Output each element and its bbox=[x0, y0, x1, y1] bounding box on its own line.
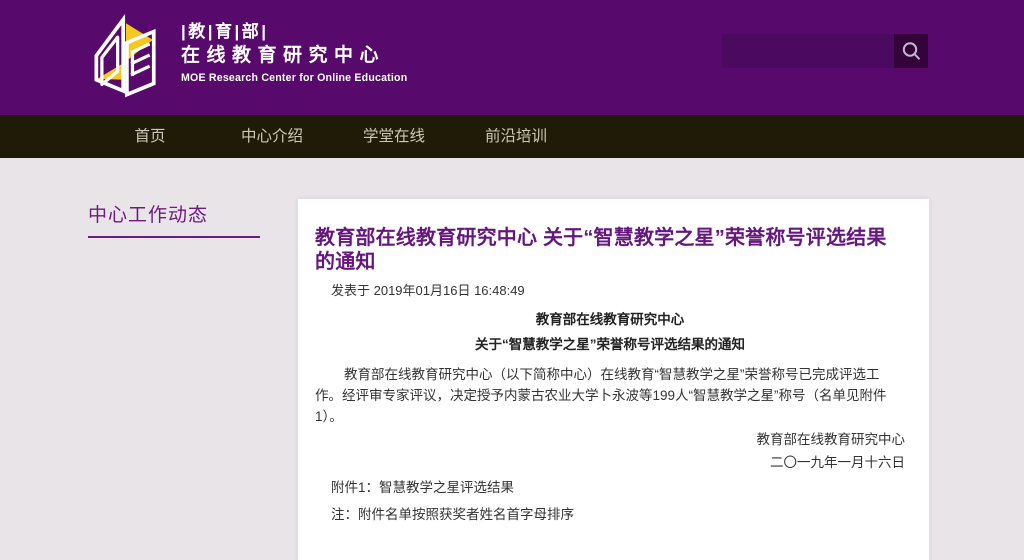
search-button[interactable] bbox=[894, 34, 928, 68]
sidebar-title-underline bbox=[88, 236, 260, 238]
oe-cube-logo[interactable] bbox=[88, 14, 176, 102]
site-header: |教|育|部| 在线教育研究中心 MOE Research Center for… bbox=[0, 0, 1024, 115]
brand-line-english: MOE Research Center for Online Education bbox=[181, 72, 407, 84]
brand-text: |教|育|部| 在线教育研究中心 MOE Research Center for… bbox=[181, 21, 407, 84]
brand-line-center: 在线教育研究中心 bbox=[181, 44, 407, 68]
content-area: 中心工作动态 教育部在线教育研究中心 关于“智慧教学之星”荣誉称号评选结果的通知… bbox=[0, 158, 1024, 560]
search-box bbox=[722, 34, 928, 68]
signature-date: 二〇一九年一月十六日 bbox=[315, 452, 905, 473]
nav-item-center-intro[interactable]: 中心介绍 bbox=[211, 115, 333, 158]
nav-list: 首页 中心介绍 学堂在线 前沿培训 bbox=[89, 115, 1024, 158]
article-publish-date: 发表于 2019年01月16日 16:48:49 bbox=[331, 283, 905, 298]
search-icon bbox=[899, 39, 923, 63]
article-heading-org: 教育部在线教育研究中心 bbox=[315, 312, 905, 327]
nav-item-xuetang-online[interactable]: 学堂在线 bbox=[333, 115, 455, 158]
search-input[interactable] bbox=[722, 34, 894, 68]
note-line: 注：附件名单按照获奖者姓名首字母排序 bbox=[331, 504, 905, 525]
attachment-line: 附件1：智慧教学之星评选结果 bbox=[331, 477, 905, 498]
sidebar-section-title[interactable]: 中心工作动态 bbox=[88, 200, 208, 227]
brand-line-moe: |教|育|部| bbox=[181, 21, 407, 43]
article-body-paragraph: 教育部在线教育研究中心（以下简称中心）在线教育“智慧教学之星”荣誉称号已完成评选… bbox=[315, 364, 905, 427]
oe-cube-logo-graphic bbox=[88, 14, 176, 102]
nav-item-home[interactable]: 首页 bbox=[89, 115, 211, 158]
article-title: 教育部在线教育研究中心 关于“智慧教学之星”荣誉称号评选结果的通知 bbox=[315, 226, 905, 274]
signature-organization: 教育部在线教育研究中心 bbox=[315, 429, 905, 450]
article-panel: 教育部在线教育研究中心 关于“智慧教学之星”荣誉称号评选结果的通知 发表于 20… bbox=[298, 199, 929, 560]
main-nav: 首页 中心介绍 学堂在线 前沿培训 bbox=[0, 115, 1024, 158]
article-heading-subject: 关于“智慧教学之星”荣誉称号评选结果的通知 bbox=[315, 337, 905, 352]
nav-item-frontier-training[interactable]: 前沿培训 bbox=[455, 115, 577, 158]
